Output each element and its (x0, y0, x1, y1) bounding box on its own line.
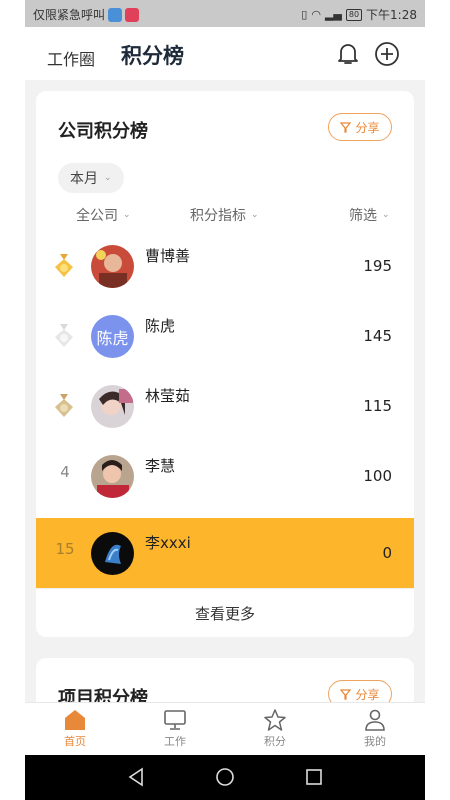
app-notification-icon (108, 7, 123, 22)
member-score: 100 (363, 467, 392, 485)
share-filter-icon (340, 688, 352, 700)
tab-label: 工作 (164, 735, 186, 748)
share-label: 分享 (355, 120, 380, 135)
member-name: 李xxxi (145, 534, 191, 552)
tab-label: 我的 (364, 735, 386, 748)
member-name: 李慧 (145, 457, 176, 475)
view-more-button[interactable]: 查看更多 (36, 588, 414, 637)
monitor-icon (164, 710, 186, 730)
recents-icon[interactable] (305, 767, 323, 787)
silver-medal-icon (55, 324, 73, 347)
signal-icon: ▂▄ (324, 8, 342, 21)
star-icon (264, 709, 286, 731)
home-circle-icon[interactable] (215, 767, 235, 787)
member-name: 陈虎 (145, 317, 176, 335)
rank-number: 15 (55, 540, 75, 558)
leaderboard-row[interactable]: 林莹茹 115 (36, 371, 414, 441)
bell-icon[interactable] (335, 41, 361, 67)
tab-mine[interactable]: 我的 (345, 709, 405, 749)
back-icon[interactable] (127, 767, 145, 787)
chevron-down-icon: ⌄ (104, 173, 112, 183)
filter-bar: 全公司 ⌄ 积分指标 ⌄ 筛选 ⌄ (36, 205, 414, 227)
filter-label: 筛选 (349, 208, 377, 224)
member-name: 曹博善 (145, 247, 191, 265)
gold-medal-icon (55, 254, 73, 277)
chevron-down-icon: ⌄ (123, 210, 131, 220)
member-score: 145 (363, 327, 392, 345)
person-icon (365, 709, 385, 731)
carrier-text: 仅限紧急呼叫 (33, 8, 106, 22)
rank-number: 4 (60, 463, 70, 481)
add-circle-icon[interactable] (374, 41, 400, 67)
tab-label: 首页 (64, 735, 86, 748)
filter-more[interactable]: 筛选 ⌄ (349, 205, 390, 225)
status-bar: 仅限紧急呼叫 ▯ ◠ ▂▄ 80 下午1:28 (25, 0, 425, 27)
home-icon (65, 710, 85, 730)
tab-points[interactable]: 积分 (245, 709, 305, 749)
chevron-down-icon: ⌄ (382, 210, 390, 220)
share-button[interactable]: 分享 (328, 113, 392, 141)
my-rank-row[interactable]: 15 李xxxi 0 (36, 518, 414, 588)
leaderboard-row[interactable]: 4 李慧 100 (36, 441, 414, 511)
bronze-medal-icon (55, 394, 73, 417)
leaderboard-row[interactable]: 曹博善 195 (36, 231, 414, 301)
member-score: 195 (363, 257, 392, 275)
member-score: 0 (382, 544, 392, 562)
clock: 下午1:28 (366, 8, 417, 22)
filter-metric[interactable]: 积分指标 ⌄ (190, 205, 259, 225)
app-screen: 仅限紧急呼叫 ▯ ◠ ▂▄ 80 下午1:28 工作圈 积分榜 公司积分榜 分享… (25, 0, 425, 800)
filter-scope[interactable]: 全公司 ⌄ (76, 205, 131, 225)
period-dropdown[interactable]: 本月 ⌄ (58, 163, 124, 193)
share-label: 分享 (355, 687, 380, 702)
system-navigation-bar (25, 755, 425, 800)
period-label: 本月 (70, 171, 98, 187)
avatar (91, 532, 134, 575)
avatar: 陈虎 (91, 315, 134, 358)
leaderboard-row[interactable]: 陈虎 陈虎 145 (36, 301, 414, 371)
tab-leaderboard[interactable]: 积分榜 (121, 40, 184, 70)
member-name: 林莹茹 (145, 387, 191, 405)
top-header: 工作圈 积分榜 (25, 27, 425, 80)
company-leaderboard-card: 公司积分榜 分享 本月 ⌄ 全公司 ⌄ 积分指标 ⌄ 筛选 ⌄ 曹博善 195 … (36, 91, 414, 637)
filter-label: 全公司 (76, 208, 118, 224)
card-title: 公司积分榜 (58, 121, 148, 142)
bottom-tab-bar: 首页 工作 积分 我的 (25, 702, 425, 755)
tab-home[interactable]: 首页 (45, 709, 105, 749)
chevron-down-icon: ⌄ (251, 210, 259, 220)
battery-icon: 80 (345, 8, 363, 21)
share-filter-icon (340, 121, 352, 133)
filter-label: 积分指标 (190, 208, 246, 224)
avatar (91, 385, 134, 428)
avatar (91, 455, 134, 498)
vibrate-icon: ▯ (301, 8, 308, 21)
app-notification-icon (125, 7, 140, 22)
tab-label: 积分 (264, 735, 286, 748)
avatar (91, 245, 134, 288)
wifi-icon: ◠ (311, 8, 321, 21)
member-score: 115 (363, 397, 392, 415)
tab-work[interactable]: 工作 (145, 709, 205, 749)
tab-work-circle[interactable]: 工作圈 (47, 46, 95, 70)
